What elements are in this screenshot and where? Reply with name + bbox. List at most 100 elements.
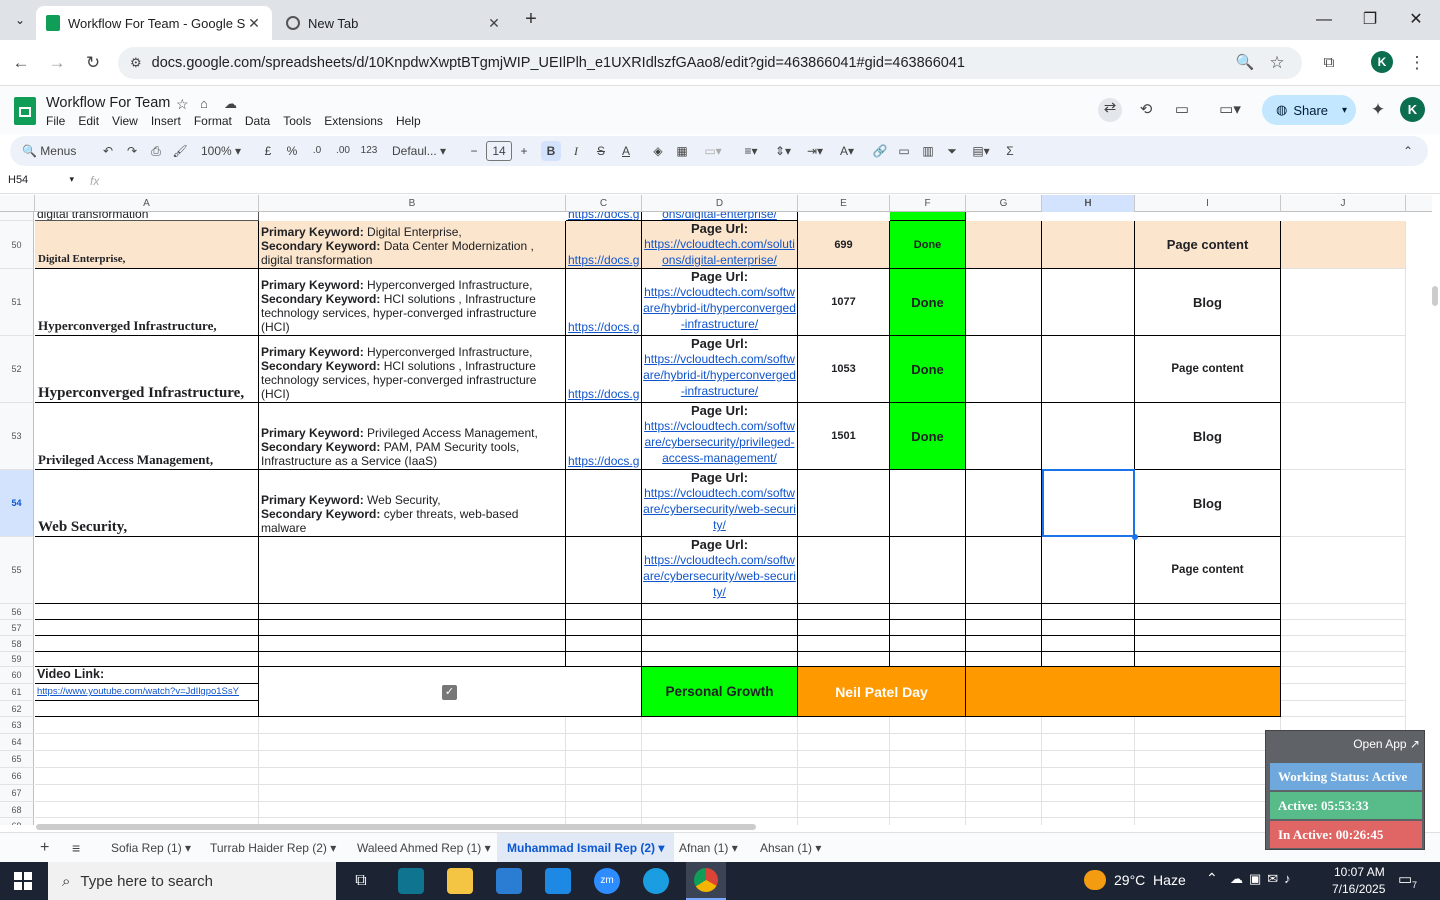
collapse-toolbar-icon[interactable]: ⌃ — [1398, 141, 1418, 161]
empty-cell[interactable] — [642, 734, 798, 751]
empty-cell[interactable] — [259, 717, 566, 734]
empty-cell[interactable] — [1042, 818, 1135, 825]
fill-color-icon[interactable]: ◈ — [648, 141, 668, 161]
row-header[interactable]: 58 — [0, 636, 34, 652]
empty-cell[interactable] — [890, 717, 966, 734]
cell-b50[interactable]: Primary Keyword: Digital Enterprise, Seco… — [259, 221, 566, 269]
menu-format[interactable]: Format — [194, 114, 232, 128]
empty-cell[interactable] — [259, 802, 566, 818]
meet-icon[interactable]: ▭▾ — [1212, 100, 1248, 120]
row-header[interactable]: 51 — [0, 269, 34, 336]
cell-i54[interactable]: Blog — [1135, 470, 1281, 537]
empty-cell[interactable] — [798, 768, 890, 785]
menu-edit[interactable]: Edit — [78, 114, 99, 128]
empty-cell[interactable] — [1281, 604, 1406, 620]
page-url-link[interactable]: https://vcloudtech.com/software/hybrid-i… — [643, 284, 796, 332]
profile-avatar[interactable]: K — [1371, 51, 1393, 73]
menu-tools[interactable]: Tools — [283, 114, 311, 128]
empty-cell[interactable] — [798, 604, 890, 620]
currency-format-button[interactable]: £ — [260, 141, 276, 161]
empty-cell[interactable] — [1281, 701, 1406, 717]
orange-fill-cells[interactable] — [966, 667, 1281, 717]
empty-cell[interactable] — [259, 734, 566, 751]
cell-i55[interactable]: Page content — [1135, 537, 1281, 604]
cell-f51[interactable]: Done — [890, 269, 966, 336]
empty-cell[interactable] — [890, 604, 966, 620]
row-header[interactable] — [0, 212, 34, 221]
zoom-icon[interactable]: 🔍 — [1232, 50, 1258, 76]
chrome-taskbar-icon[interactable] — [686, 862, 726, 900]
text-color-button[interactable]: A — [616, 141, 636, 161]
cell-j51[interactable] — [1281, 269, 1406, 336]
zoom-select[interactable]: 100% ▾ — [196, 141, 246, 161]
cell-e54[interactable] — [798, 470, 890, 537]
empty-cell[interactable] — [798, 751, 890, 768]
empty-cell[interactable] — [1042, 636, 1135, 652]
empty-cell[interactable] — [35, 717, 259, 734]
cell-h50[interactable] — [1042, 221, 1135, 269]
empty-cell[interactable] — [966, 620, 1042, 636]
empty-cell[interactable] — [35, 768, 259, 785]
percent-format-button[interactable]: % — [284, 141, 300, 161]
row-header[interactable]: 55 — [0, 537, 34, 604]
cell-j50[interactable] — [1281, 221, 1406, 269]
menu-view[interactable]: View — [112, 114, 138, 128]
cell-h51[interactable] — [1042, 269, 1135, 336]
app-icon[interactable] — [398, 868, 424, 894]
col-header-e[interactable]: E — [798, 195, 890, 212]
row-header[interactable]: 66 — [0, 768, 34, 785]
zoom-app-icon[interactable]: zm — [594, 868, 620, 894]
empty-cell[interactable] — [259, 620, 566, 636]
empty-cell[interactable] — [1042, 734, 1135, 751]
account-avatar[interactable]: K — [1400, 97, 1425, 122]
empty-cell[interactable] — [1135, 734, 1281, 751]
cell-f49[interactable] — [890, 212, 966, 221]
open-app-button[interactable]: Open App ↗ — [1353, 737, 1420, 751]
menu-help[interactable]: Help — [396, 114, 421, 128]
chrome-menu-icon[interactable]: ⋮ — [1404, 50, 1430, 76]
empty-cell[interactable] — [259, 604, 566, 620]
functions-icon[interactable]: Σ — [1000, 141, 1020, 161]
new-tab-plus-icon[interactable]: + — [520, 8, 542, 30]
row-header[interactable]: 68 — [0, 802, 34, 818]
empty-cell[interactable] — [1135, 785, 1281, 802]
cell-a54[interactable]: Web Security, — [35, 470, 259, 537]
empty-cell[interactable] — [35, 652, 259, 667]
vertical-align-icon[interactable]: ⇕▾ — [770, 141, 796, 161]
empty-cell[interactable] — [259, 785, 566, 802]
col-header-j[interactable]: J — [1281, 195, 1406, 212]
document-title[interactable]: Workflow For Team — [46, 95, 170, 111]
empty-cell[interactable] — [890, 802, 966, 818]
empty-cell[interactable] — [566, 751, 642, 768]
cell-i52[interactable]: Page content — [1135, 336, 1281, 403]
col-header-f[interactable]: F — [890, 195, 966, 212]
empty-cell[interactable] — [1281, 684, 1406, 701]
insert-chart-icon[interactable]: ▥ — [918, 141, 938, 161]
empty-cell[interactable] — [566, 717, 642, 734]
cell-a55[interactable] — [35, 537, 259, 604]
empty-cell[interactable] — [1135, 818, 1281, 825]
empty-cell[interactable] — [1281, 620, 1406, 636]
empty-cell[interactable] — [1281, 652, 1406, 667]
text-rotation-icon[interactable]: A▾ — [834, 141, 860, 161]
row-header[interactable]: 59 — [0, 652, 34, 667]
minimize-icon[interactable]: — — [1304, 8, 1344, 32]
row-header[interactable]: 60 — [0, 667, 34, 684]
omnibox[interactable]: ⚙ docs.google.com/spreadsheets/d/10Knpdw… — [118, 47, 1302, 79]
empty-cell[interactable] — [1042, 620, 1135, 636]
close-window-icon[interactable]: ✕ — [1396, 8, 1436, 32]
empty-cell[interactable] — [35, 802, 259, 818]
italic-button[interactable]: I — [566, 141, 586, 161]
video-link-label[interactable]: Video Link: — [35, 667, 259, 684]
col-header-d[interactable]: D — [642, 195, 798, 212]
cell-c52[interactable]: https://docs.g — [566, 336, 642, 403]
version-history-icon[interactable]: ⟲ — [1134, 100, 1158, 120]
empty-cell[interactable] — [890, 818, 966, 825]
cell-a62[interactable] — [35, 701, 259, 717]
activity-dashboard-icon[interactable]: ⇄ — [1098, 98, 1122, 122]
vertical-scrollbar[interactable] — [1432, 286, 1438, 306]
row-header[interactable]: 50 — [0, 221, 34, 269]
tray-icons[interactable]: ☁▣✉♪ — [1230, 871, 1297, 887]
row-header[interactable]: 54 — [0, 470, 34, 537]
site-info-icon[interactable]: ⚙ — [130, 55, 142, 71]
